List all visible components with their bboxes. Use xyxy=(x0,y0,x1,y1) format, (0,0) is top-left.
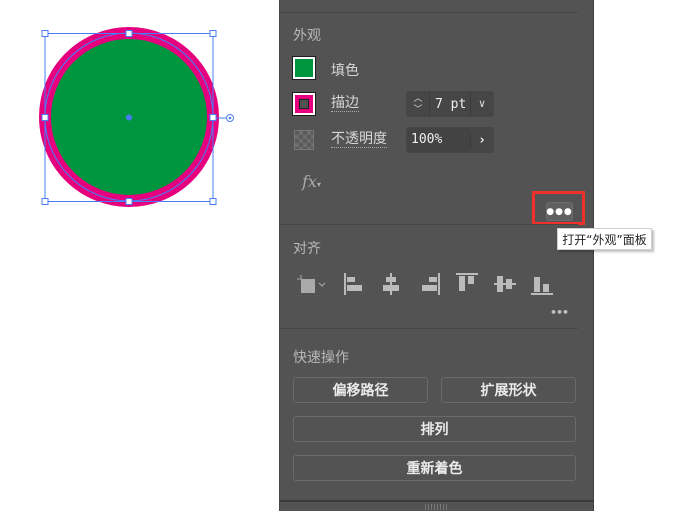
opacity-label[interactable]: 不透明度 xyxy=(331,131,387,148)
open-appearance-panel-button[interactable]: ●●● xyxy=(546,202,573,221)
align-vertical-center-icon[interactable] xyxy=(493,272,517,296)
panel-resize-handle[interactable] xyxy=(280,500,593,511)
more-options-icon[interactable]: ••• xyxy=(550,0,575,6)
align-horizontal-center-icon[interactable] xyxy=(380,272,402,296)
opacity-input[interactable]: 100% xyxy=(407,128,470,152)
quick-actions-title: 快速操作 xyxy=(293,350,349,366)
fill-label: 填色 xyxy=(331,63,359,79)
stroke-label[interactable]: 描边 xyxy=(331,95,359,112)
center-point xyxy=(126,114,132,121)
recolor-button[interactable]: 重新着色 xyxy=(293,455,576,481)
appearance-title: 外观 xyxy=(293,28,321,44)
expand-shape-button[interactable]: 扩展形状 xyxy=(441,377,576,403)
properties-panel: ••• 外观 填色 描边 ︿﹀ 7 pt ∨ 不透明度 100% › fx▾ ●… xyxy=(279,0,594,511)
align-right-icon[interactable] xyxy=(419,272,441,296)
fx-label: fx xyxy=(302,172,317,191)
stroke-weight-input[interactable]: 7 pt xyxy=(430,97,470,112)
align-title: 对齐 xyxy=(293,241,321,257)
align-top-icon[interactable] xyxy=(455,272,479,296)
stroke-weight-field[interactable]: ︿ ﹀ 7 pt ∨ xyxy=(406,91,494,117)
align-more-options-icon[interactable]: ••• xyxy=(550,306,569,319)
align-to-selection-icon[interactable] xyxy=(296,272,328,298)
opacity-icon xyxy=(294,130,314,150)
align-bottom-icon[interactable] xyxy=(530,272,554,296)
stepper-icon[interactable]: ︿ ﹀ xyxy=(407,92,430,116)
chevron-right-icon[interactable]: › xyxy=(470,132,493,148)
canvas-artwork[interactable] xyxy=(0,0,260,230)
tooltip: 打开“外观”面板 xyxy=(557,228,652,250)
chevron-down-icon[interactable]: ∨ xyxy=(470,92,493,116)
align-left-icon[interactable] xyxy=(343,272,365,296)
offset-path-button[interactable]: 偏移路径 xyxy=(293,377,428,403)
fill-swatch[interactable] xyxy=(292,56,316,80)
stroke-swatch[interactable] xyxy=(292,92,316,116)
fx-effects-button[interactable]: fx▾ xyxy=(302,172,321,191)
arrange-button[interactable]: 排列 xyxy=(293,416,576,442)
opacity-field[interactable]: 100% › xyxy=(406,127,494,153)
